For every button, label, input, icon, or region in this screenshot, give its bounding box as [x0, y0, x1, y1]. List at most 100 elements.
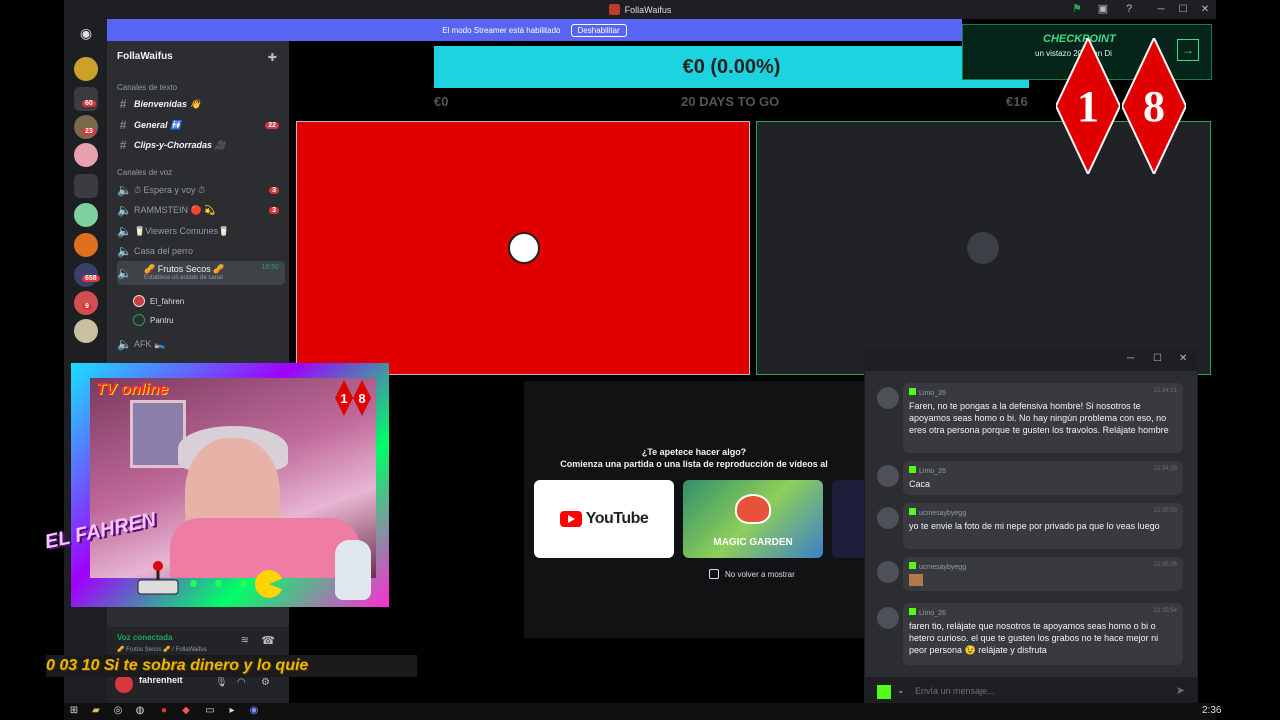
youtube-activity-card[interactable]: YouTube: [534, 480, 674, 558]
checkbox[interactable]: [709, 569, 719, 579]
unread-badge: 658: [82, 275, 100, 282]
minimize-button[interactable]: ─: [1150, 4, 1172, 15]
avatar: [877, 465, 899, 487]
start-icon[interactable]: ⊞: [68, 705, 80, 717]
chat-username[interactable]: Limo_26: [919, 610, 946, 617]
goal-current: €0: [434, 94, 449, 109]
channel-clips[interactable]: # Clips-y-Chorradas 🎥: [117, 136, 285, 154]
category-text[interactable]: Canales de texto: [117, 83, 177, 92]
server-icon[interactable]: [74, 143, 98, 167]
server-name[interactable]: FollaWaifus: [117, 51, 173, 62]
chat-username[interactable]: Limo_26: [919, 390, 946, 397]
chat-timestamp: 22:34:21: [1153, 388, 1177, 394]
voice-channel[interactable]: 🔈 Casa del perro: [117, 242, 285, 260]
server-icon[interactable]: [74, 203, 98, 227]
voice-status: Voz conectada: [117, 633, 173, 642]
microphone-icon[interactable]: 🎙: [215, 677, 228, 688]
voice-channel[interactable]: 🔈 🥛Viewers Comunes🥛: [117, 222, 285, 240]
send-icon[interactable]: ➤: [1176, 684, 1185, 697]
voice-channel[interactable]: 🔈 ⏱ Espera y voy ⏱ 3: [117, 181, 285, 199]
server-icon[interactable]: [74, 233, 98, 257]
goal-target: €16: [1006, 94, 1028, 109]
server-icon[interactable]: [74, 319, 98, 343]
add-person-icon[interactable]: ✚: [268, 51, 277, 64]
chat-text: faren tio, relájate que nosotros te apoy…: [909, 621, 1159, 655]
member-count-badge: 3: [269, 186, 279, 194]
disconnect-icon[interactable]: ☎: [261, 634, 275, 647]
activity-card[interactable]: [832, 480, 864, 558]
maximize-button[interactable]: ☐: [1172, 4, 1194, 15]
voice-activity-icon[interactable]: ≋: [241, 635, 249, 646]
server-icon[interactable]: [74, 57, 98, 81]
browser-icon[interactable]: ◎: [112, 705, 124, 717]
activity-question: ¿Te apetece hacer algo?: [641, 447, 747, 457]
dont-show-again[interactable]: No volver a mostrar: [709, 569, 795, 579]
category-voice[interactable]: Canales de voz: [117, 168, 172, 177]
kick-logo-icon[interactable]: [877, 685, 891, 699]
discord-taskbar-icon[interactable]: ◉: [248, 705, 260, 717]
joystick-icon: [137, 561, 179, 595]
active-voice-channel[interactable]: 🔈 🥜 Frutos Secos 🥜 18:50 Establece un es…: [117, 261, 285, 285]
chat-timestamp: 22:35:00: [1153, 508, 1177, 514]
app-icon[interactable]: ●: [158, 705, 170, 717]
server-icon[interactable]: [74, 115, 98, 139]
chat-username[interactable]: Limo_26: [919, 468, 946, 475]
channel-bienvenidas[interactable]: # Bienvenidas 👋: [117, 95, 285, 113]
mention-badge: 22: [265, 121, 279, 129]
app-icon[interactable]: ◍: [134, 705, 146, 717]
close-button[interactable]: ✕: [1179, 353, 1187, 364]
participant-tile[interactable]: [296, 121, 750, 375]
voice-timer: 18:50: [261, 264, 279, 271]
banner-text: El modo Streamer está habilitado: [442, 25, 561, 35]
headphones-icon[interactable]: ◠: [237, 677, 246, 688]
avatar: [967, 232, 999, 264]
activity-launcher: ¿Te apetece hacer algo? Comienza una par…: [524, 381, 864, 638]
app-icon[interactable]: ▸: [226, 705, 238, 717]
hash-icon: #: [119, 138, 127, 152]
brave-icon[interactable]: ◆: [180, 705, 192, 717]
voice-member[interactable]: Pantru: [133, 314, 174, 326]
flag-icon[interactable]: ⚑: [1070, 2, 1084, 16]
kick-logo-icon: [909, 608, 916, 615]
settings-gear-icon[interactable]: ⚙: [261, 677, 270, 688]
magic-garden-activity-card[interactable]: MAGIC GARDEN: [683, 480, 823, 558]
voice-member[interactable]: El_fahren: [133, 295, 184, 307]
voice-channel-afk[interactable]: 🔈 AFK 🛌: [117, 335, 285, 353]
os-taskbar: ⊞ ▰ ◎ ◍ ● ◆ ▭ ▸ ◉ 2:36: [64, 703, 1221, 720]
server-icon[interactable]: [74, 87, 98, 111]
speaker-icon: 🔈: [117, 266, 132, 280]
kick-logo-icon: [909, 388, 916, 395]
streamer-shirt: [170, 518, 360, 578]
voice-location[interactable]: 🥜 Frutos Secos 🥜 / FollaWaifus: [117, 646, 207, 653]
chat-text: Faren, no te pongas a la defensiva hombr…: [909, 401, 1169, 435]
channel-label: 🥜 Frutos Secos 🥜: [144, 264, 225, 274]
chevron-down-icon[interactable]: ⌄: [897, 685, 905, 696]
astronaut-icon: [335, 540, 371, 600]
speaker-icon: 🔈: [117, 183, 132, 197]
channel-label: ⏱ Espera y voy ⏱: [134, 184, 206, 195]
disable-streamer-button[interactable]: Deshabilitar: [570, 23, 627, 37]
voice-channel[interactable]: 🔈 RAMMSTEIN 🔴 💫 3: [117, 201, 285, 219]
folder-icon[interactable]: ▰: [90, 705, 102, 717]
help-icon[interactable]: ?: [1122, 2, 1136, 16]
chat-username[interactable]: ucmesaybyegg: [919, 564, 966, 571]
goal-days-left: 20 DAYS TO GO: [681, 94, 780, 109]
inbox-icon[interactable]: ▣: [1096, 2, 1110, 16]
avatar[interactable]: [115, 675, 133, 693]
channel-general[interactable]: # General 🚻 22: [117, 116, 285, 134]
chat-input[interactable]: Envía un mensaje...: [915, 686, 995, 696]
maximize-button[interactable]: ☐: [1153, 353, 1162, 364]
app-icon: [608, 4, 620, 15]
title-bar: FollaWaifus ⚑ ▣ ? ─ ☐ ✕: [64, 0, 1216, 19]
channel-label: Casa del perro: [134, 246, 194, 256]
avatar: [508, 232, 540, 264]
minimize-button[interactable]: ─: [1127, 353, 1134, 364]
chat-username[interactable]: ucmesaybyegg: [919, 510, 966, 517]
channel-status[interactable]: Establece un estado de canal: [144, 275, 223, 281]
hash-icon: #: [119, 118, 127, 132]
discord-home-icon[interactable]: ◉: [75, 25, 97, 41]
close-button[interactable]: ✕: [1194, 4, 1216, 15]
folder-icon[interactable]: [74, 174, 98, 198]
app-icon[interactable]: ▭: [204, 705, 216, 717]
age-rating-diamond: 1: [1054, 35, 1122, 177]
